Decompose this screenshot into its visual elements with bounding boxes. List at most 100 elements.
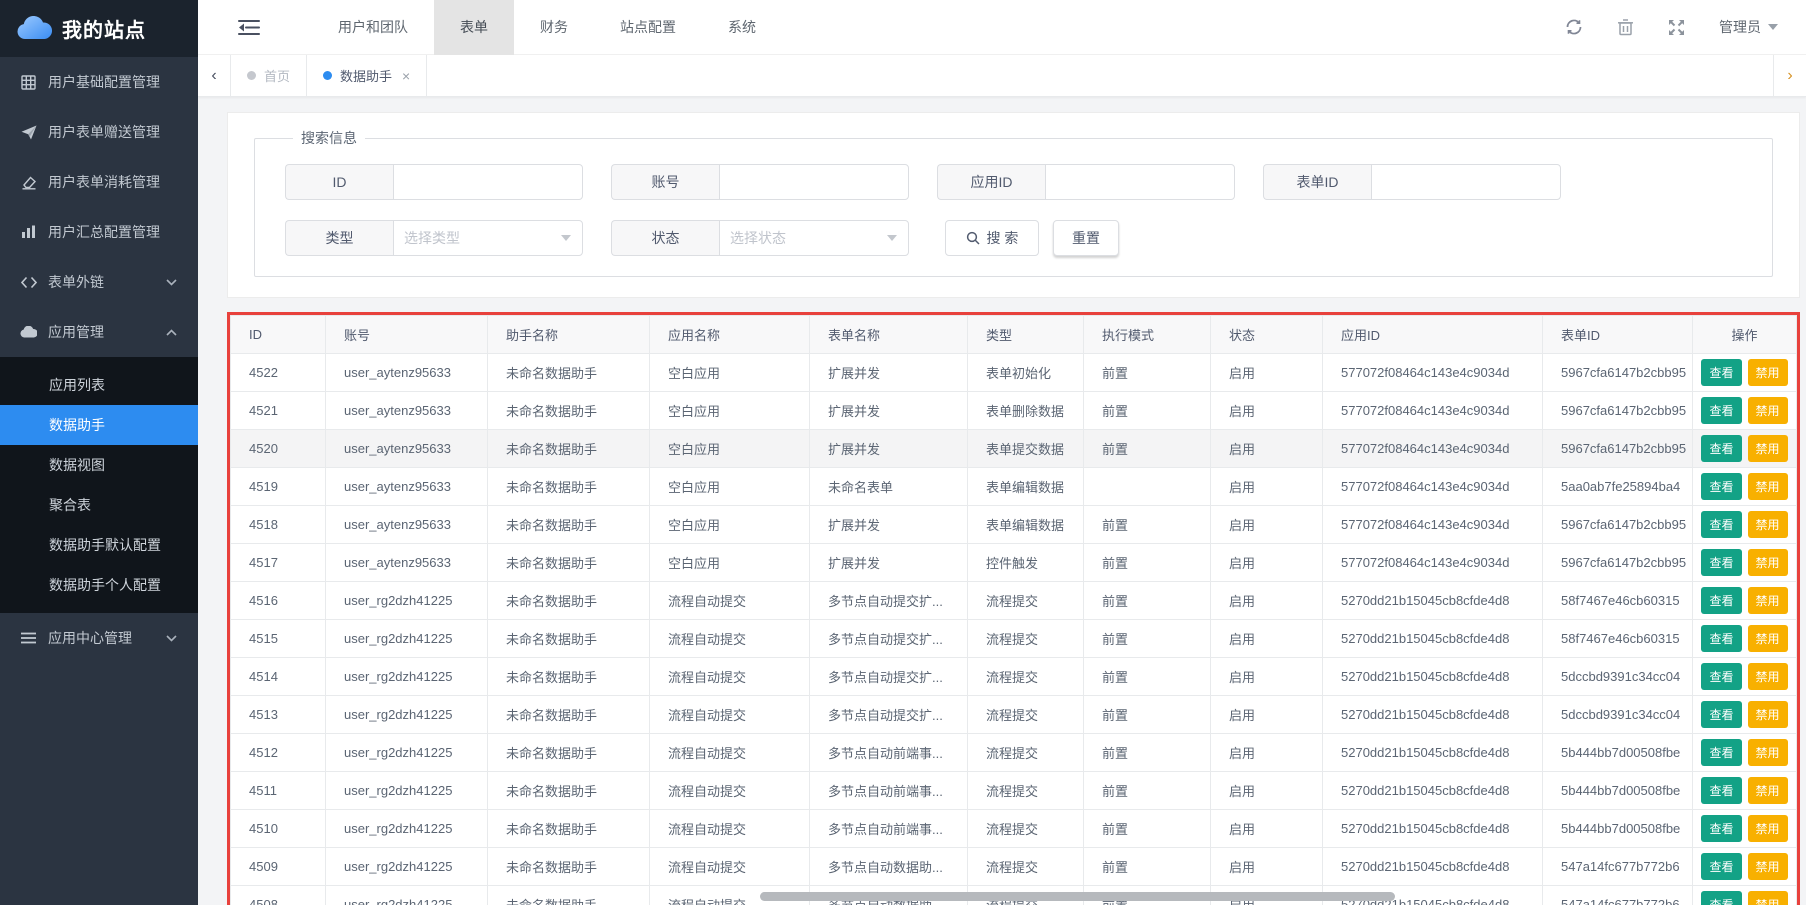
disable-button[interactable]: 禁用 [1748,511,1788,538]
refresh-icon[interactable] [1565,18,1583,36]
disable-button[interactable]: 禁用 [1748,435,1788,462]
sidebar-item[interactable]: 用户表单消耗管理 [0,157,198,207]
view-button[interactable]: 查看 [1701,739,1741,766]
cell-app_id: 5270dd21b15045cb8cfde4d8 [1323,772,1543,810]
tabs-prev-button[interactable]: ‹ [198,55,231,96]
fullscreen-icon[interactable] [1668,19,1685,36]
sidebar-submenu-item[interactable]: 数据视图 [0,445,198,485]
cell-app_id: 5270dd21b15045cb8cfde4d8 [1323,658,1543,696]
close-icon[interactable]: × [402,68,410,84]
view-button[interactable]: 查看 [1701,853,1741,880]
cell-mode: 前置 [1084,544,1211,582]
view-button[interactable]: 查看 [1701,359,1741,386]
sidebar-item[interactable]: 应用管理 [0,307,198,357]
view-button[interactable]: 查看 [1701,701,1741,728]
sidebar-item[interactable]: 用户汇总配置管理 [0,207,198,257]
disable-button[interactable]: 禁用 [1748,853,1788,880]
sidebar-submenu-item[interactable]: 数据助手个人配置 [0,565,198,605]
sidebar-item[interactable]: 表单外链 [0,257,198,307]
cell-id: 4520 [231,430,326,468]
sidebar-submenu-item[interactable]: 数据助手 [0,405,198,445]
cell-account: user_rg2dzh41225 [326,810,488,848]
cell-app: 空白应用 [650,468,810,506]
search-input[interactable] [1371,164,1561,200]
search-input[interactable] [393,164,583,200]
cell-account: user_rg2dzh41225 [326,848,488,886]
search-button[interactable]: 搜 索 [945,220,1039,256]
cell-type: 控件触发 [968,544,1084,582]
view-button[interactable]: 查看 [1701,511,1741,538]
sidebar-item[interactable]: 用户表单赠送管理 [0,107,198,157]
select-dropdown[interactable]: 选择类型 [393,220,583,256]
cell-form_id: 5b444bb7d00508fbe [1543,772,1693,810]
disable-button[interactable]: 禁用 [1748,815,1788,842]
cell-form: 多节点自动提交扩... [810,620,968,658]
view-button[interactable]: 查看 [1701,435,1741,462]
menu-fold-icon[interactable] [238,19,260,36]
cell-form: 多节点自动提交扩... [810,658,968,696]
view-button[interactable]: 查看 [1701,549,1741,576]
sidebar-item-label: 用户表单赠送管理 [48,122,180,142]
trash-icon[interactable] [1617,18,1634,36]
cell-account: user_aytenz95633 [326,468,488,506]
view-button[interactable]: 查看 [1701,815,1741,842]
cell-mode: 前置 [1084,810,1211,848]
tab[interactable]: 首页 [231,55,307,96]
view-button[interactable]: 查看 [1701,473,1741,500]
cell-type: 流程提交 [968,772,1084,810]
search-input[interactable] [1045,164,1235,200]
select-dropdown[interactable]: 选择状态 [719,220,909,256]
view-button[interactable]: 查看 [1701,397,1741,424]
topnav-item[interactable]: 财务 [514,0,594,55]
topnav-item[interactable]: 系统 [702,0,782,55]
search-input[interactable] [719,164,909,200]
admin-menu[interactable]: 管理员 [1719,17,1778,37]
cell-app_id: 577072f08464c143e4c9034d [1323,430,1543,468]
column-header-assistant: 助手名称 [488,316,650,354]
sidebar-item[interactable]: 应用中心管理 [0,613,198,663]
sidebar-submenu-item[interactable]: 应用列表 [0,365,198,405]
disable-button[interactable]: 禁用 [1748,549,1788,576]
reset-button[interactable]: 重置 [1053,220,1119,256]
disable-button[interactable]: 禁用 [1748,587,1788,614]
view-button[interactable]: 查看 [1701,587,1741,614]
disable-button[interactable]: 禁用 [1748,625,1788,652]
view-button[interactable]: 查看 [1701,777,1741,804]
view-button[interactable]: 查看 [1701,663,1741,690]
search-legend: 搜索信息 [293,128,365,148]
disable-button[interactable]: 禁用 [1748,891,1788,905]
sidebar-submenu-item[interactable]: 数据助手默认配置 [0,525,198,565]
cell-mode: 前置 [1084,392,1211,430]
tabs-next-button[interactable]: › [1773,55,1806,96]
view-button[interactable]: 查看 [1701,625,1741,652]
cell-status: 启用 [1211,544,1323,582]
cloud-logo-icon [16,16,52,42]
cell-account: user_aytenz95633 [326,506,488,544]
cell-form_id: 5dccbd9391c34cc04 [1543,658,1693,696]
disable-button[interactable]: 禁用 [1748,397,1788,424]
topnav-item[interactable]: 站点配置 [594,0,702,55]
cell-app: 流程自动提交 [650,810,810,848]
cell-app_id: 5270dd21b15045cb8cfde4d8 [1323,696,1543,734]
cell-form_id: 5b444bb7d00508fbe [1543,734,1693,772]
view-button[interactable]: 查看 [1701,891,1741,905]
disable-button[interactable]: 禁用 [1748,777,1788,804]
table-row: 4509user_rg2dzh41225未命名数据助手流程自动提交多节点自动数据… [231,848,1797,886]
disable-button[interactable]: 禁用 [1748,473,1788,500]
disable-button[interactable]: 禁用 [1748,701,1788,728]
cell-form_id: 5967cfa6147b2cbb95 [1543,544,1693,582]
cell-assistant: 未命名数据助手 [488,468,650,506]
sidebar-submenu-item[interactable]: 聚合表 [0,485,198,525]
actions-cell: 查看禁用 [1693,772,1797,810]
disable-button[interactable]: 禁用 [1748,739,1788,766]
disable-button[interactable]: 禁用 [1748,663,1788,690]
disable-button[interactable]: 禁用 [1748,359,1788,386]
horizontal-scrollbar-thumb[interactable] [760,892,1395,901]
tab[interactable]: 数据助手× [307,55,427,96]
sidebar-item[interactable]: 用户基础配置管理 [0,57,198,107]
topnav-item[interactable]: 用户和团队 [312,0,434,55]
topnav-item[interactable]: 表单 [434,0,514,55]
table-row: 4517user_aytenz95633未命名数据助手空白应用扩展并发控件触发前… [231,544,1797,582]
cell-account: user_aytenz95633 [326,392,488,430]
cell-status: 启用 [1211,696,1323,734]
